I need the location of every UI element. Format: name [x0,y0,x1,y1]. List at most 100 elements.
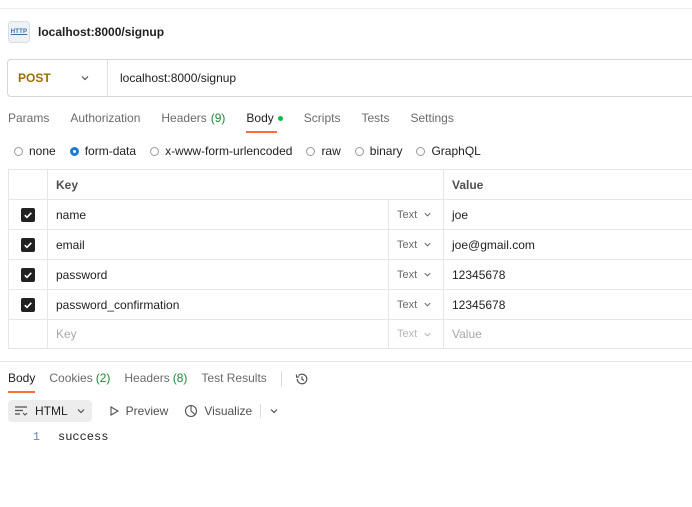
new-value-input[interactable]: Value [444,320,692,348]
tab-label: Body [246,111,274,125]
type-label: Text [397,268,418,281]
top-divider [0,8,692,9]
type-select[interactable]: Text [389,200,444,229]
tab-params[interactable]: Params [8,111,49,133]
row-checkbox[interactable] [21,267,35,282]
request-tabs: Params Authorization Headers (9) Body Scr… [8,111,475,133]
response-tab-headers[interactable]: Headers (8) [124,371,187,393]
radio-graphql[interactable]: GraphQL [416,144,481,158]
tab-body[interactable]: Body [246,111,283,133]
line-number: 1 [32,430,40,444]
response-body-editor[interactable]: 1 success [8,429,109,445]
format-label: HTML [35,404,68,418]
type-select[interactable]: Text [389,230,444,259]
tab-label: Tests [361,111,390,125]
preview-button[interactable]: Preview [108,404,169,418]
check-icon [24,301,32,309]
chevron-down-icon [424,302,431,307]
row-check-cell [8,320,48,348]
radio-binary[interactable]: binary [354,144,403,158]
tab-settings[interactable]: Settings [410,111,453,133]
key-input[interactable]: password_confirmation [48,290,389,319]
response-tab-body[interactable]: Body [8,371,36,393]
type-label: Text [397,208,418,221]
url-input[interactable]: localhost:8000/signup [108,71,236,85]
type-label: Text [397,238,418,251]
tab-label: Scripts [303,111,341,125]
value-column-header: Value [452,177,484,192]
tab-label: Settings [410,111,454,125]
radio-label: form-data [84,144,137,158]
row-checkbox[interactable] [21,207,35,222]
form-data-table: Key Value name Text joe email Text joe@g… [8,169,692,349]
method-select[interactable]: POST [8,60,108,96]
radio-form-data[interactable]: form-data [69,144,137,158]
value-input[interactable]: 12345678 [444,260,692,289]
history-icon [295,373,308,385]
history-button[interactable] [294,371,310,393]
preview-label: Preview [125,404,169,418]
tab-tests[interactable]: Tests [361,111,389,133]
chevron-down-icon [424,242,431,247]
chevron-down-icon [77,409,85,414]
format-select[interactable]: HTML [8,400,92,422]
toolbar-separator [260,404,262,418]
table-row: name Text joe [8,199,692,229]
body-type-options: none form-data x-www-form-urlencoded raw… [14,144,495,158]
new-key-input[interactable]: Key [48,320,389,348]
type-label: Text [397,298,418,311]
row-check-cell [8,230,48,259]
cookies-count: (2) [95,371,111,385]
visualize-button[interactable]: Visualize [184,404,252,418]
radio-x-www-form-urlencoded[interactable]: x-www-form-urlencoded [150,144,292,158]
row-checkbox[interactable] [21,237,35,252]
response-content: success [58,430,109,444]
row-check-cell [8,260,48,289]
type-label: Text [397,328,418,340]
url-bar: POST localhost:8000/signup [7,59,692,97]
response-toolbar: HTML Preview Visualize [8,400,279,422]
request-title-bar: HTTP localhost:8000/signup [8,21,164,43]
tab-label: Cookies [49,371,93,385]
request-title[interactable]: localhost:8000/signup [38,25,164,39]
value-input[interactable]: joe@gmail.com [444,230,692,259]
tab-scripts[interactable]: Scripts [304,111,341,133]
body-indicator-dot [277,116,283,121]
format-lines-icon [15,406,28,416]
check-icon [24,211,32,219]
key-input[interactable]: email [48,230,389,259]
value-input[interactable]: 12345678 [444,290,692,319]
chevron-down-icon [424,272,431,277]
table-header-row: Key Value [8,169,692,199]
response-tab-cookies[interactable]: Cookies (2) [49,371,110,393]
visualize-label: Visualize [204,404,253,418]
tab-authorization[interactable]: Authorization [70,111,140,133]
table-row: email Text joe@gmail.com [8,229,692,259]
response-divider[interactable] [0,361,692,362]
visualize-options-button[interactable] [269,406,279,416]
key-input[interactable]: password [48,260,389,289]
type-select[interactable]: Text [389,260,444,289]
key-input[interactable]: name [48,200,389,229]
check-icon [24,241,32,249]
radio-raw[interactable]: raw [306,144,341,158]
table-row: password Text 12345678 [8,259,692,289]
value-input[interactable]: joe [444,200,692,229]
tab-headers[interactable]: Headers (9) [161,111,225,133]
radio-label: binary [369,144,403,158]
chevron-down-icon [270,409,278,414]
table-row: password_confirmation Text 12345678 [8,289,692,319]
type-select[interactable]: Text [389,290,444,319]
radio-none[interactable]: none [14,144,56,158]
chevron-down-icon [424,332,431,337]
method-label: POST [18,71,51,85]
type-select[interactable]: Text [389,320,444,348]
headers-count: (8) [172,371,188,385]
row-checkbox[interactable] [21,297,35,312]
response-tab-test-results[interactable]: Test Results [201,371,266,393]
key-column-header: Key [48,170,444,199]
http-icon-text: HTTP [10,29,28,35]
chevron-down-icon [81,76,89,81]
radio-circle [416,146,426,156]
radio-circle [14,146,23,156]
